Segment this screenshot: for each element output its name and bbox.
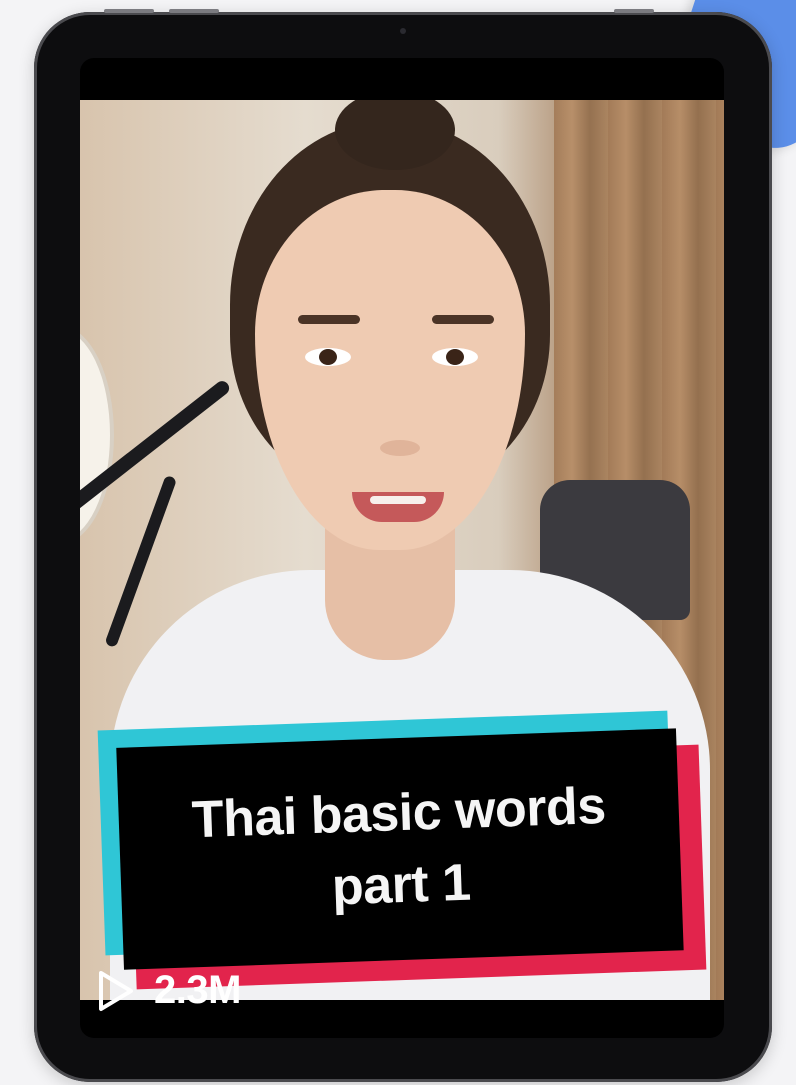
page: Thai basic words part 1 2.3M xyxy=(0,0,796,1085)
hardware-button xyxy=(169,9,219,13)
caption-title-line-2: part 1 xyxy=(330,853,472,917)
hardware-button xyxy=(104,9,154,13)
caption-title-line-1: Thai basic words xyxy=(190,776,607,850)
tablet-device-frame: Thai basic words part 1 2.3M xyxy=(34,9,772,1082)
video-thumbnail[interactable]: Thai basic words part 1 xyxy=(80,100,724,1000)
presenter-eyebrow xyxy=(432,315,494,324)
caption-panel: Thai basic words part 1 xyxy=(116,728,684,970)
ring-light xyxy=(80,330,110,540)
presenter-nose xyxy=(380,440,420,456)
play-outline-icon xyxy=(99,970,133,1011)
presenter-eyebrow xyxy=(298,315,360,324)
view-count: 2.3M xyxy=(154,968,241,1012)
presenter-eye xyxy=(432,348,478,366)
front-camera xyxy=(400,28,406,34)
presenter-eye xyxy=(305,348,351,366)
tablet-screen: Thai basic words part 1 2.3M xyxy=(80,58,724,1038)
video-caption-box: Thai basic words part 1 xyxy=(97,710,707,991)
mic-arm xyxy=(104,474,178,649)
hardware-button xyxy=(614,9,654,13)
view-count-overlay: 2.3M xyxy=(96,968,241,1013)
